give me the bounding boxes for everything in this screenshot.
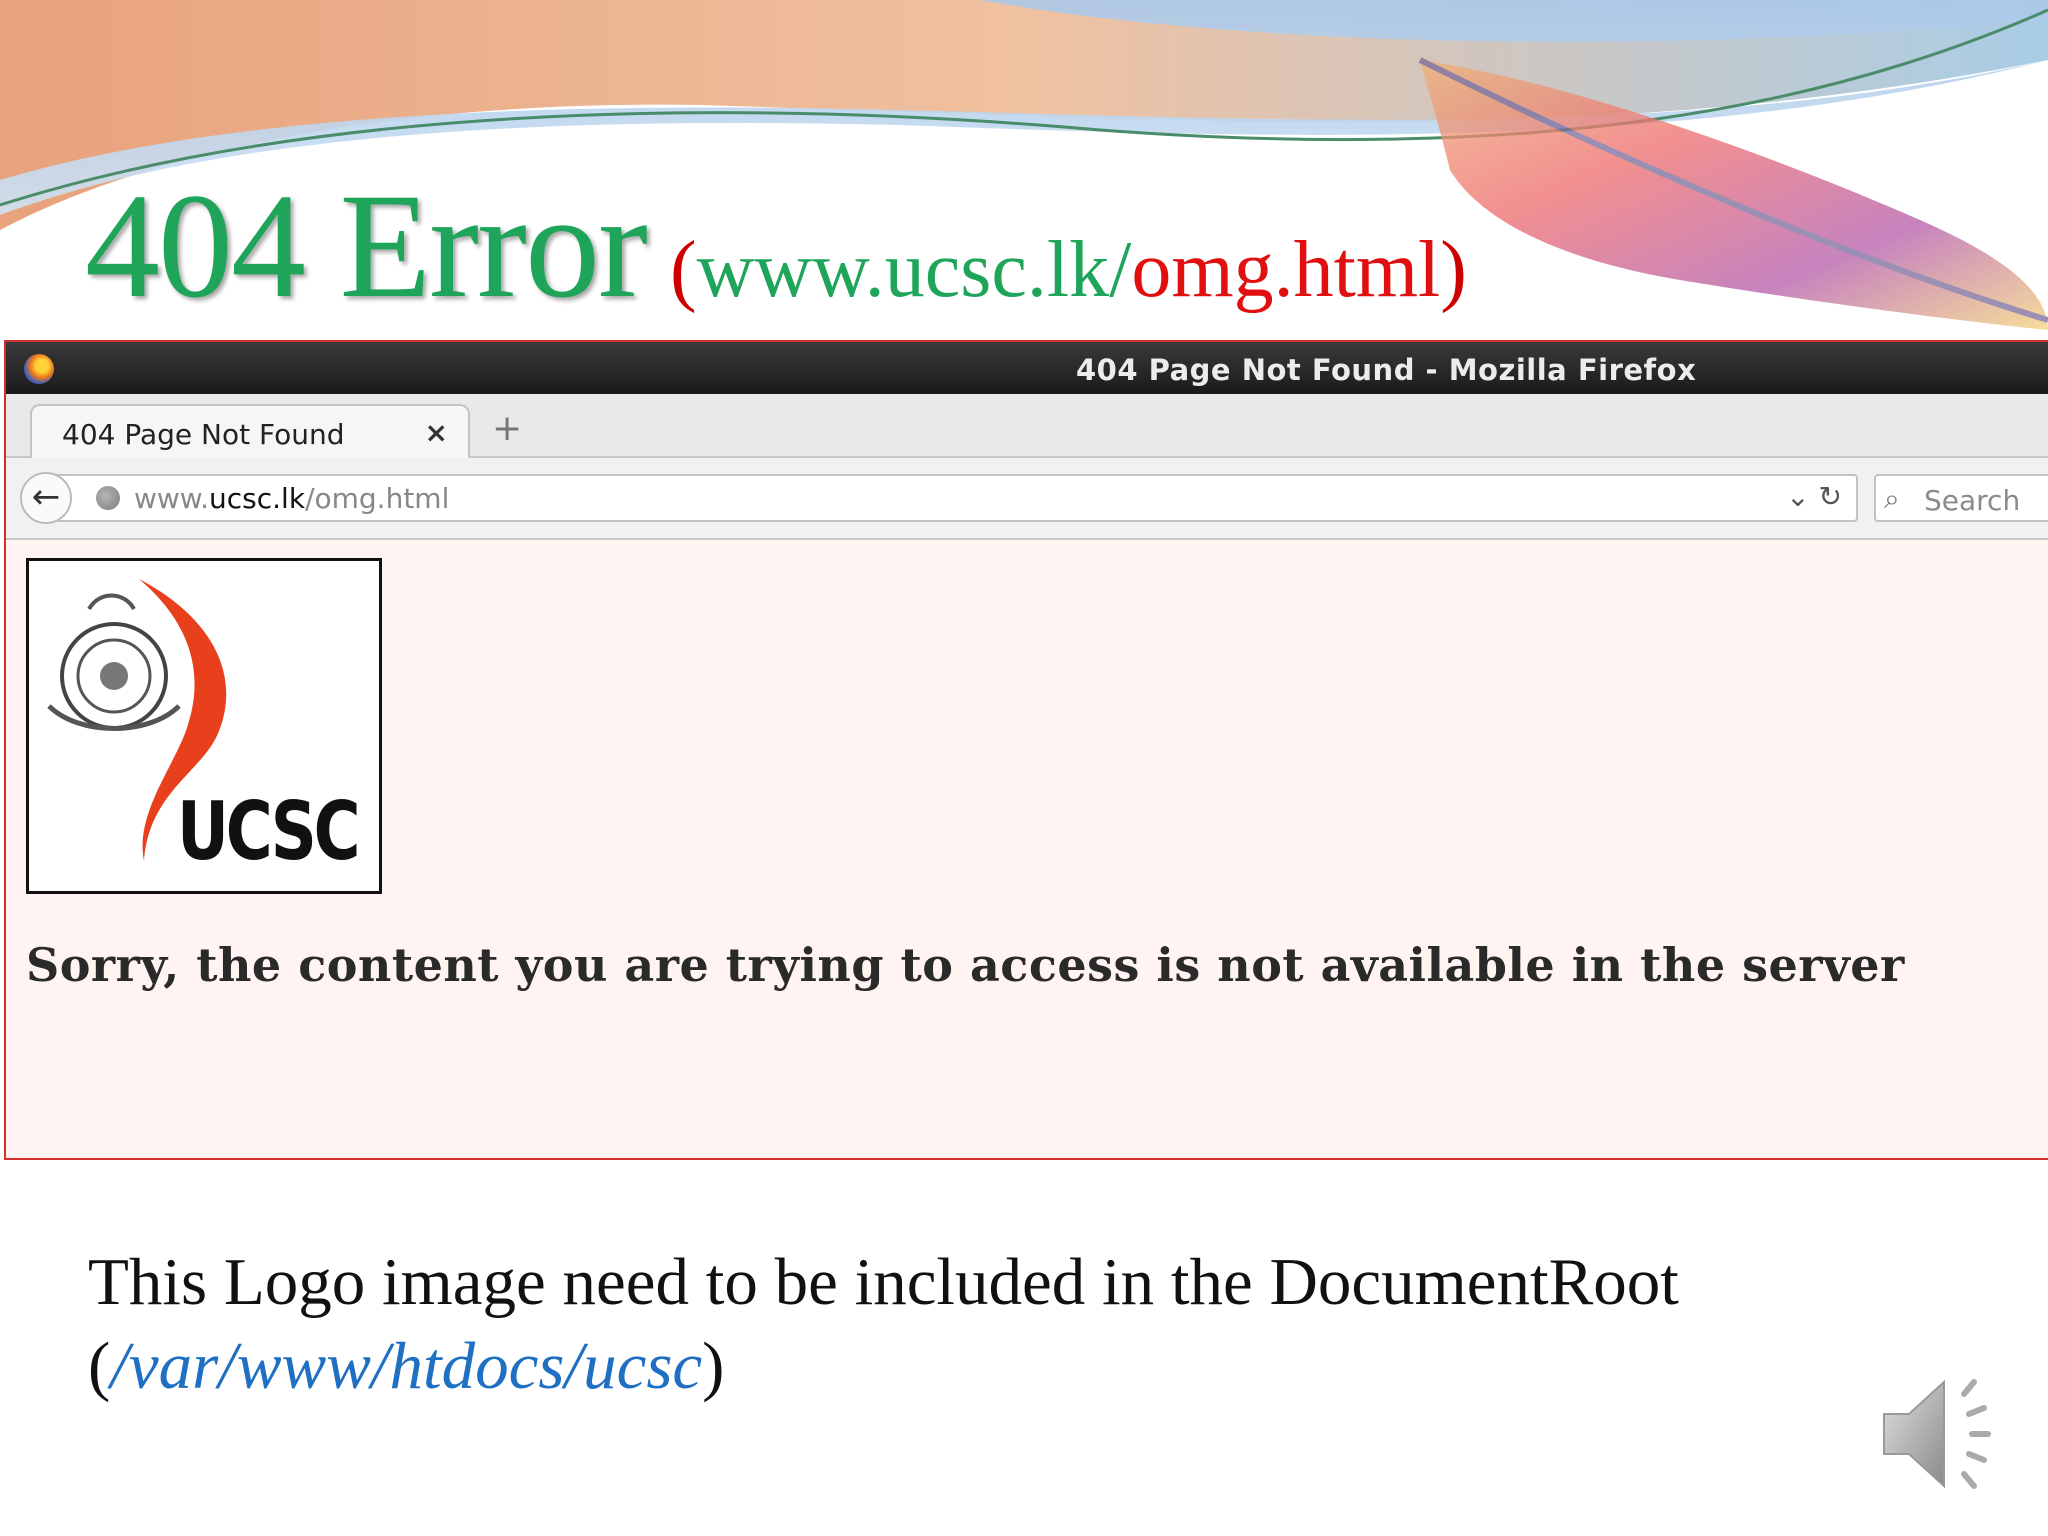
back-button[interactable]: ←	[20, 472, 72, 524]
ucsc-logo: UCSC	[26, 558, 382, 894]
slide-note: This Logo image need to be included in t…	[88, 1240, 1679, 1408]
browser-window: 404 Page Not Found - Mozilla Firefox 404…	[4, 340, 2048, 1160]
logo-text: UCSC	[177, 785, 361, 878]
url-text[interactable]: www.ucsc.lk/omg.html	[134, 482, 449, 515]
title-main: 404 Error	[85, 163, 648, 329]
slide-title: 404 Error (www.ucsc.lk/omg.html)	[85, 160, 1467, 332]
note-paren-close: )	[702, 1329, 725, 1403]
tab-404-page[interactable]: 404 Page Not Found ×	[30, 404, 470, 458]
window-title: 404 Page Not Found - Mozilla Firefox	[1076, 353, 1697, 387]
reload-icon[interactable]: ⌄ ↻	[1786, 480, 1842, 513]
new-tab-icon[interactable]: +	[492, 408, 522, 449]
tab-label: 404 Page Not Found	[62, 418, 345, 451]
note-paren-open: (	[88, 1329, 111, 1403]
note-line-1: This Logo image need to be included in t…	[88, 1245, 1679, 1319]
url-bar[interactable]: www.ucsc.lk/omg.html ⌄ ↻	[52, 474, 1858, 522]
globe-icon[interactable]	[96, 486, 120, 510]
note-line-2: (/var/www/htdocs/ucsc)	[88, 1324, 1679, 1408]
nav-bar: www.ucsc.lk/omg.html ⌄ ↻ ← ⌕ Search	[6, 458, 2048, 540]
window-titlebar: 404 Page Not Found - Mozilla Firefox	[6, 342, 2048, 394]
title-paren-open: (	[669, 226, 697, 314]
title-url-host: www.ucsc.lk/	[696, 226, 1132, 314]
search-input[interactable]: ⌕ Search	[1874, 474, 2048, 522]
url-prefix: www.	[134, 482, 210, 515]
tab-strip: 404 Page Not Found × +	[6, 394, 2048, 458]
page-content: UCSC Sorry, the content you are trying t…	[6, 540, 2048, 1112]
search-icon: ⌕	[1884, 482, 1900, 515]
speaker-icon[interactable]	[1874, 1364, 2014, 1504]
title-url: (www.ucsc.lk/omg.html)	[670, 226, 1467, 314]
close-icon[interactable]: ×	[425, 416, 448, 449]
title-url-page: omg.html	[1131, 226, 1441, 314]
title-paren-close: )	[1440, 226, 1467, 314]
search-placeholder: Search	[1924, 484, 2021, 517]
url-path: /omg.html	[305, 482, 450, 515]
note-path: /var/www/htdocs/ucsc	[110, 1329, 703, 1403]
url-host: ucsc.lk	[209, 482, 306, 515]
firefox-icon[interactable]	[24, 354, 54, 384]
error-message: Sorry, the content you are trying to acc…	[26, 938, 1905, 992]
